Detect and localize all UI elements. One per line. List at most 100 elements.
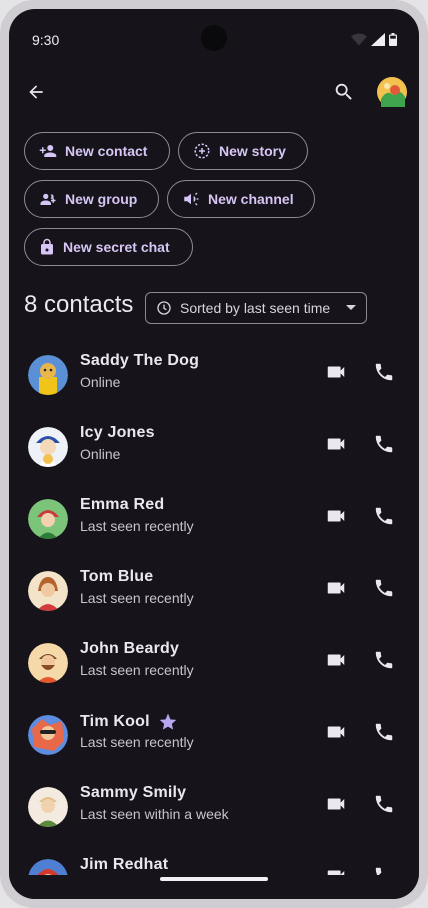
contact-name: Tim Kool: [80, 713, 150, 730]
videocam-icon: [327, 438, 345, 450]
avatar: [28, 499, 68, 539]
contact-row[interactable]: Tom Blue Last seen recently: [9, 556, 419, 628]
video-call-button[interactable]: [316, 568, 356, 608]
back-button[interactable]: [16, 72, 56, 112]
contact-name: Saddy The Dog: [80, 352, 200, 369]
contact-row[interactable]: John Beardy Last seen recently: [9, 628, 419, 700]
contact-name-row: Emma Red: [80, 496, 164, 514]
person-add-icon: [39, 145, 57, 157]
screen: 9:30 New contact New story New group New…: [9, 9, 419, 899]
contact-row[interactable]: Saddy The Dog Online: [9, 340, 419, 412]
avatar: [28, 355, 68, 395]
avatar: [28, 715, 68, 755]
story-icon: [194, 143, 210, 159]
contact-name: Emma Red: [80, 496, 165, 513]
voice-call-button[interactable]: [364, 496, 404, 536]
new-secret-chat-chip[interactable]: New secret chat: [24, 228, 193, 266]
home-indicator[interactable]: [160, 877, 268, 881]
contact-status: Last seen recently: [80, 734, 194, 750]
status-time: 9:30: [32, 32, 60, 48]
new-channel-chip[interactable]: New channel: [167, 180, 315, 218]
videocam-icon: [327, 510, 345, 522]
videocam-icon: [327, 582, 345, 594]
contact-name-row: John Beardy: [80, 640, 179, 658]
avatar: [28, 427, 68, 467]
signal-icon: [371, 33, 385, 46]
videocam-icon: [327, 654, 345, 666]
contact-status: Last seen recently: [80, 662, 194, 678]
search-icon: [335, 83, 352, 100]
voice-call-button[interactable]: [364, 568, 404, 608]
contact-row[interactable]: Icy Jones Online: [9, 412, 419, 484]
arrow-back-icon: [29, 85, 43, 99]
new-contact-chip[interactable]: New contact: [24, 132, 170, 170]
front-camera: [201, 25, 227, 51]
contact-name-row: Icy Jones: [80, 424, 155, 442]
contact-name-row: Sammy Smily: [80, 784, 186, 802]
voice-call-button[interactable]: [364, 640, 404, 680]
voice-call-button[interactable]: [364, 352, 404, 392]
status-icons: [351, 33, 397, 46]
schedule-icon: [157, 301, 171, 315]
videocam-icon: [327, 798, 345, 810]
contact-status: Last seen recently: [80, 590, 194, 606]
video-call-button[interactable]: [316, 424, 356, 464]
contact-name: John Beardy: [80, 640, 180, 657]
voice-call-button[interactable]: [364, 424, 404, 464]
contact-status: Online: [80, 374, 121, 390]
video-call-button[interactable]: [316, 640, 356, 680]
new-group-chip[interactable]: New group: [24, 180, 159, 218]
videocam-icon: [327, 366, 345, 378]
phone-icon: [375, 795, 393, 813]
phone-icon: [375, 579, 393, 597]
contact-name: Tom Blue: [80, 568, 154, 585]
group-add-icon: [40, 193, 56, 205]
new-contact-label: New contact: [65, 143, 148, 159]
star-icon: [159, 713, 177, 730]
device-frame: 9:30 New contact New story New group New…: [0, 0, 428, 908]
profile-avatar-button[interactable]: [372, 72, 412, 112]
avatar: [28, 571, 68, 611]
video-call-button[interactable]: [316, 784, 356, 824]
new-secret-chat-label: New secret chat: [63, 239, 170, 255]
contacts-count-title: 8 contacts: [24, 291, 134, 318]
search-button[interactable]: [324, 72, 364, 112]
phone-icon: [375, 435, 393, 453]
phone-icon: [375, 651, 393, 669]
dropdown-arrow-icon: [346, 305, 356, 310]
video-call-button[interactable]: [316, 496, 356, 536]
wifi-icon: [351, 33, 367, 46]
battery-icon: [389, 33, 397, 46]
sort-dropdown[interactable]: Sorted by last seen time: [145, 292, 367, 324]
video-call-button[interactable]: [316, 712, 356, 752]
contact-row[interactable]: Tim Kool Last seen recently: [9, 700, 419, 772]
sort-dropdown-label: Sorted by last seen time: [180, 300, 331, 316]
phone-icon: [375, 363, 393, 381]
contact-row[interactable]: Emma Red Last seen recently: [9, 484, 419, 556]
lock-icon: [41, 238, 53, 255]
new-story-label: New story: [219, 143, 286, 159]
contact-name: Sammy Smily: [80, 784, 187, 801]
video-call-button[interactable]: [316, 352, 356, 392]
contact-name-row: Jim Redhat: [80, 856, 168, 874]
new-story-chip[interactable]: New story: [178, 132, 308, 170]
contact-name-row: Tom Blue: [80, 568, 153, 586]
new-channel-label: New channel: [208, 191, 294, 207]
contact-row[interactable]: Sammy Smily Last seen within a week: [9, 772, 419, 844]
voice-call-button[interactable]: [364, 784, 404, 824]
contact-name-row: Saddy The Dog: [80, 352, 199, 370]
videocam-icon: [327, 726, 345, 738]
contact-status: Online: [80, 446, 121, 462]
avatar: [377, 77, 407, 107]
contact-status: Last seen recently: [80, 518, 194, 534]
contact-name-row: Tim Kool: [80, 712, 178, 732]
avatar: [28, 787, 68, 827]
phone-icon: [375, 723, 393, 741]
contact-name: Jim Redhat: [80, 856, 169, 873]
campaign-icon: [184, 192, 200, 206]
contact-status: Last seen within a week: [80, 806, 229, 822]
phone-icon: [375, 507, 393, 525]
contact-name: Icy Jones: [80, 424, 155, 441]
voice-call-button[interactable]: [364, 712, 404, 752]
new-group-label: New group: [65, 191, 138, 207]
